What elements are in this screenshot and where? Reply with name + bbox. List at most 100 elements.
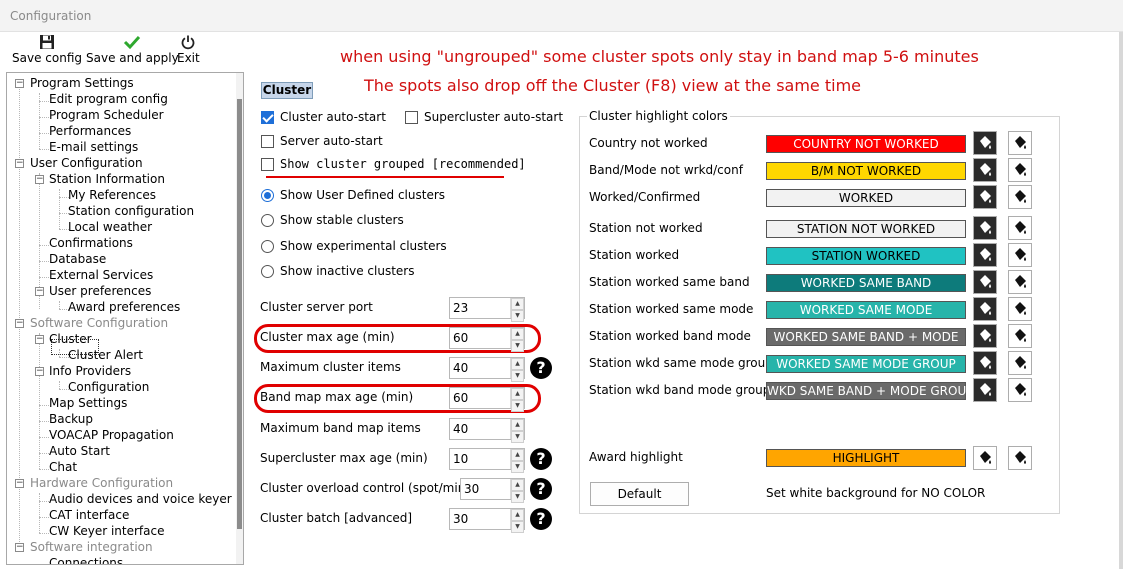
spin-up-icon[interactable]: ▲ — [511, 419, 524, 431]
tree-item-cluster-alert[interactable]: Cluster Alert — [68, 348, 143, 362]
tree-item-my-references[interactable]: My References — [68, 188, 156, 202]
foreground-color-button[interactable] — [973, 216, 997, 240]
maximum-band-map-items-value[interactable]: 40 — [450, 422, 510, 436]
background-color-button[interactable] — [1008, 243, 1032, 267]
save-config-button[interactable]: Save config — [12, 34, 82, 65]
radio-unselected[interactable] — [261, 239, 274, 253]
collapse-icon[interactable]: − — [35, 287, 44, 296]
spin-down-icon[interactable]: ▼ — [511, 340, 524, 352]
collapse-icon[interactable]: − — [35, 175, 44, 184]
band-map-max-age-value[interactable]: 60 — [450, 391, 510, 405]
spin-down-icon[interactable]: ▼ — [511, 491, 524, 503]
exit-button[interactable]: Exit — [177, 34, 200, 65]
tree-item-cat-interface[interactable]: CAT interface — [49, 508, 129, 522]
band-map-max-age-stepper[interactable]: 60 ▲ ▼ — [449, 387, 525, 412]
radio-unselected[interactable] — [261, 213, 274, 227]
tree-item-local-weather[interactable]: Local weather — [68, 220, 152, 234]
tree-item-user-configuration[interactable]: User Configuration — [30, 156, 143, 170]
supercluster-max-age-stepper[interactable]: 10 ▲ ▼ — [449, 448, 525, 473]
tree-item-cluster[interactable]: Cluster — [49, 332, 92, 346]
checkbox-unchecked[interactable] — [261, 157, 274, 171]
background-color-button[interactable] — [1008, 185, 1032, 209]
background-color-button[interactable] — [1008, 324, 1032, 348]
background-color-button[interactable] — [1008, 131, 1032, 155]
tree-item-station-information[interactable]: Station Information — [49, 172, 165, 186]
foreground-color-button[interactable] — [973, 185, 997, 209]
tree-item-database[interactable]: Database — [49, 252, 106, 266]
tree-item-program-scheduler[interactable]: Program Scheduler — [49, 108, 164, 122]
foreground-color-button[interactable] — [973, 243, 997, 267]
spin-up-icon[interactable]: ▲ — [511, 328, 524, 340]
tree-item-info-configuration[interactable]: Configuration — [68, 380, 149, 394]
spin-down-icon[interactable]: ▼ — [511, 461, 524, 473]
background-color-button[interactable] — [1008, 158, 1032, 182]
tree-item-external-services[interactable]: External Services — [49, 268, 153, 282]
collapse-icon[interactable]: − — [15, 79, 24, 88]
radio-unselected[interactable] — [261, 264, 274, 278]
maximum-band-map-items-stepper[interactable]: 40 ▲ ▼ — [449, 418, 525, 443]
tree-item-program-settings[interactable]: Program Settings — [30, 76, 134, 90]
show-cluster-grouped-checkbox[interactable]: Show cluster grouped [recommended] — [261, 157, 526, 171]
help-icon[interactable]: ? — [530, 508, 552, 530]
tree-item-info-providers[interactable]: Info Providers — [49, 364, 131, 378]
spin-up-icon[interactable]: ▲ — [511, 388, 524, 400]
collapse-icon[interactable]: − — [15, 479, 24, 488]
radio-inactive[interactable]: Show inactive clusters — [261, 264, 414, 278]
foreground-color-button[interactable] — [973, 158, 997, 182]
supercluster-max-age-value[interactable]: 10 — [450, 452, 510, 466]
tree-scrollbar[interactable] — [236, 73, 243, 564]
checkbox-unchecked[interactable] — [405, 110, 418, 124]
collapse-icon[interactable]: − — [35, 367, 44, 376]
tree-item-confirmations[interactable]: Confirmations — [49, 236, 133, 250]
background-color-button[interactable] — [1008, 216, 1032, 240]
spin-up-icon[interactable]: ▲ — [511, 509, 524, 521]
cluster-batch-value[interactable]: 30 — [450, 512, 510, 526]
checkbox-unchecked[interactable] — [261, 134, 274, 148]
maximum-cluster-items-value[interactable]: 40 — [450, 361, 510, 375]
tree-item-email-settings[interactable]: E-mail settings — [49, 140, 138, 154]
tree-item-hardware-configuration[interactable]: Hardware Configuration — [30, 476, 173, 490]
help-icon[interactable]: ? — [530, 357, 552, 379]
cluster-auto-start-checkbox[interactable]: Cluster auto-start — [261, 110, 386, 124]
radio-user-defined[interactable]: Show User Defined clusters — [261, 188, 445, 202]
background-color-button[interactable] — [1008, 297, 1032, 321]
spin-down-icon[interactable]: ▼ — [511, 370, 524, 382]
foreground-color-button[interactable] — [973, 378, 997, 402]
spin-down-icon[interactable]: ▼ — [511, 521, 524, 533]
help-icon[interactable]: ? — [530, 478, 552, 500]
award-bg-color-button[interactable] — [1008, 446, 1032, 470]
spin-up-icon[interactable]: ▲ — [511, 479, 524, 491]
radio-selected[interactable] — [261, 188, 274, 202]
cluster-max-age-stepper[interactable]: 60 ▲ ▼ — [449, 327, 525, 352]
collapse-icon[interactable]: − — [15, 543, 24, 552]
foreground-color-button[interactable] — [973, 324, 997, 348]
radio-experimental[interactable]: Show experimental clusters — [261, 239, 447, 253]
tree-item-edit-program-config[interactable]: Edit program config — [49, 92, 168, 106]
server-auto-start-checkbox[interactable]: Server auto-start — [261, 134, 383, 148]
collapse-icon[interactable]: − — [15, 159, 24, 168]
default-button[interactable]: Default — [590, 482, 689, 506]
help-icon[interactable]: ? — [530, 448, 552, 470]
tree-item-performances[interactable]: Performances — [49, 124, 131, 138]
tree-item-software-integration[interactable]: Software integration — [30, 540, 153, 554]
foreground-color-button[interactable] — [973, 297, 997, 321]
tree-item-voacap-propagation[interactable]: VOACAP Propagation — [49, 428, 174, 442]
tree-item-auto-start[interactable]: Auto Start — [49, 444, 110, 458]
checkbox-checked[interactable] — [261, 110, 274, 124]
supercluster-auto-start-checkbox[interactable]: Supercluster auto-start — [405, 110, 563, 124]
tree-item-user-preferences[interactable]: User preferences — [49, 284, 151, 298]
spin-down-icon[interactable]: ▼ — [511, 400, 524, 412]
tree-item-backup[interactable]: Backup — [49, 412, 93, 426]
collapse-icon[interactable]: − — [35, 335, 44, 344]
background-color-button[interactable] — [1008, 378, 1032, 402]
spin-up-icon[interactable]: ▲ — [511, 449, 524, 461]
spin-up-icon[interactable]: ▲ — [511, 298, 524, 310]
cluster-overload-control-value[interactable]: 30 — [461, 482, 510, 496]
tree-item-chat[interactable]: Chat — [49, 460, 77, 474]
spin-down-icon[interactable]: ▼ — [511, 310, 524, 322]
foreground-color-button[interactable] — [973, 270, 997, 294]
tree-item-station-configuration[interactable]: Station configuration — [68, 204, 194, 218]
foreground-color-button[interactable] — [973, 131, 997, 155]
background-color-button[interactable] — [1008, 270, 1032, 294]
spin-up-icon[interactable]: ▲ — [511, 358, 524, 370]
